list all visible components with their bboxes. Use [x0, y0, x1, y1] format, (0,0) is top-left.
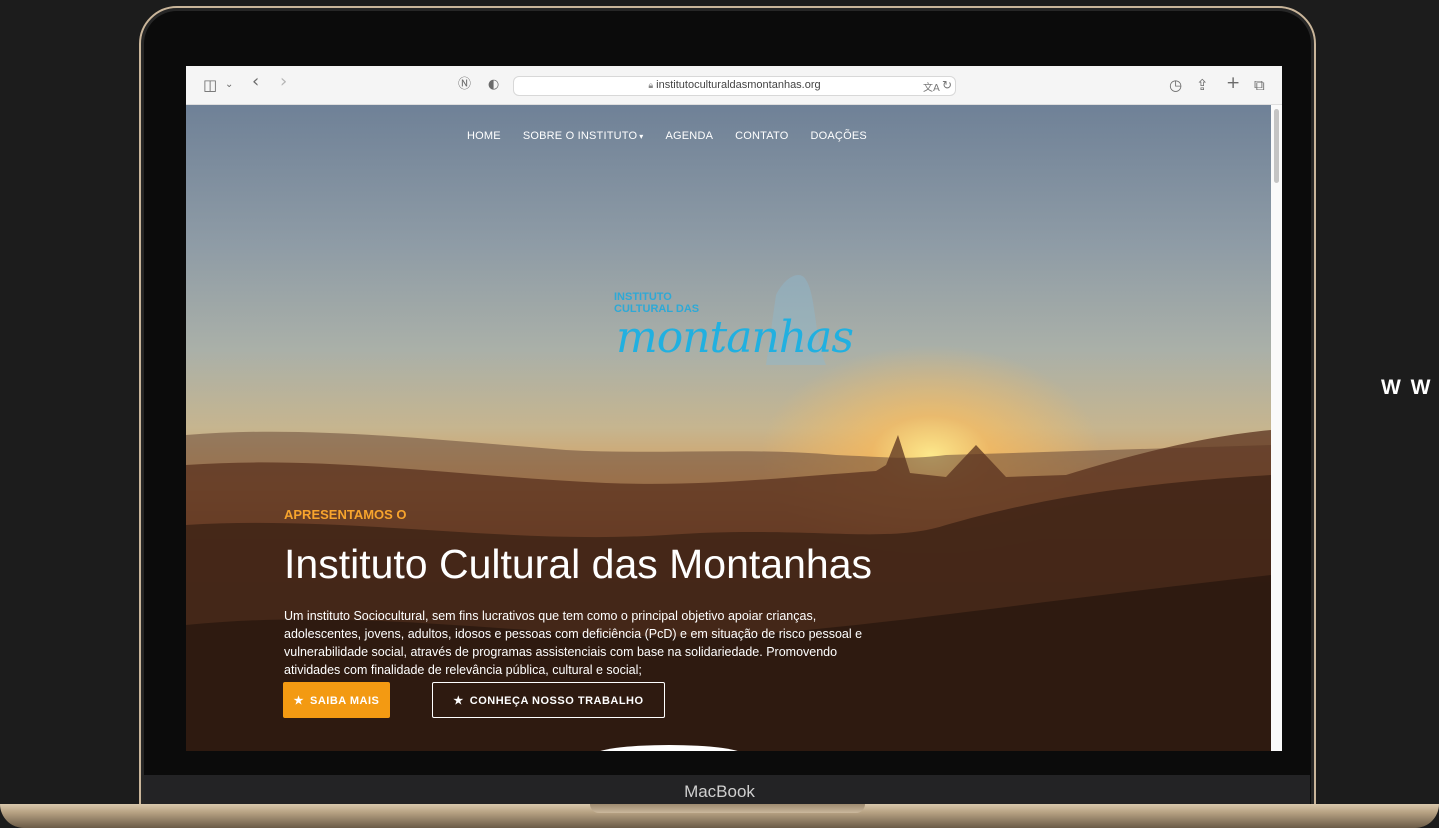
saiba-mais-button[interactable]: ★ SAIBA MAIS: [283, 682, 390, 718]
star-icon: ★: [453, 694, 464, 707]
url-display: 🔒︎ institutoculturaldasmontanhas.org: [514, 79, 955, 91]
notion-icon[interactable]: Ⓝ: [458, 76, 471, 94]
history-icon[interactable]: ◷: [1169, 76, 1182, 94]
hero-eyebrow: APRESENTAMOS O: [284, 507, 407, 522]
browser-window: ◫ ⌄ ‹ › Ⓝ ◐ 🔒︎ institutoculturaldasmontan…: [186, 66, 1282, 751]
logo-script: montanhas: [616, 312, 854, 363]
conheca-trabalho-label: CONHEÇA NOSSO TRABALHO: [469, 694, 644, 707]
url-text: institutoculturaldasmontanhas.org: [656, 79, 821, 91]
device-label: MacBook: [684, 782, 755, 801]
chevron-down-icon: ▾: [639, 132, 644, 141]
nav-contato[interactable]: CONTATO: [735, 130, 788, 142]
translate-icon[interactable]: 文A: [923, 79, 940, 94]
hero-title: Instituto Cultural das Montanhas: [284, 541, 872, 587]
saiba-mais-label: SAIBA MAIS: [310, 694, 380, 707]
side-caption: W W: [1381, 376, 1433, 399]
nav-sobre[interactable]: SOBRE O INSTITUTO ▾: [523, 130, 644, 142]
forward-icon[interactable]: ›: [280, 73, 287, 91]
shield-icon[interactable]: ◐: [488, 76, 499, 94]
nav-agenda[interactable]: AGENDA: [665, 130, 713, 142]
nav-doacoes[interactable]: DOAÇÕES: [810, 130, 866, 142]
lock-icon: 🔒︎: [648, 80, 654, 90]
sidebar-icon[interactable]: ◫: [203, 76, 217, 94]
scrollbar-thumb[interactable]: [1274, 109, 1279, 183]
nav-home[interactable]: HOME: [467, 130, 501, 142]
main-nav: HOME SOBRE O INSTITUTO ▾ AGENDA CONTATO D…: [467, 130, 867, 142]
back-icon[interactable]: ‹: [252, 73, 259, 91]
new-tab-icon[interactable]: +: [1226, 74, 1240, 92]
scrollbar[interactable]: [1271, 105, 1282, 751]
site-logo[interactable]: INSTITUTO CULTURAL DAS montanhas: [606, 267, 876, 377]
star-icon: ★: [293, 694, 304, 707]
share-icon[interactable]: ⇪: [1196, 76, 1209, 94]
hero-description: Um instituto Sociocultural, sem fins luc…: [284, 609, 863, 677]
reload-icon[interactable]: ↻: [942, 78, 952, 92]
browser-toolbar: ◫ ⌄ ‹ › Ⓝ ◐ 🔒︎ institutoculturaldasmontan…: [186, 66, 1282, 105]
conheca-trabalho-button[interactable]: ★ CONHEÇA NOSSO TRABALHO: [432, 682, 665, 718]
chevron-down-icon[interactable]: ⌄: [225, 76, 233, 94]
logo-line1: INSTITUTO: [614, 291, 672, 303]
website-hero: HOME SOBRE O INSTITUTO ▾ AGENDA CONTATO D…: [186, 105, 1282, 751]
laptop-notch: [590, 804, 865, 813]
address-bar[interactable]: 🔒︎ institutoculturaldasmontanhas.org 文A ↻: [513, 76, 956, 96]
tabs-icon[interactable]: ⧉: [1254, 76, 1265, 94]
nav-sobre-label: SOBRE O INSTITUTO: [522, 130, 638, 142]
